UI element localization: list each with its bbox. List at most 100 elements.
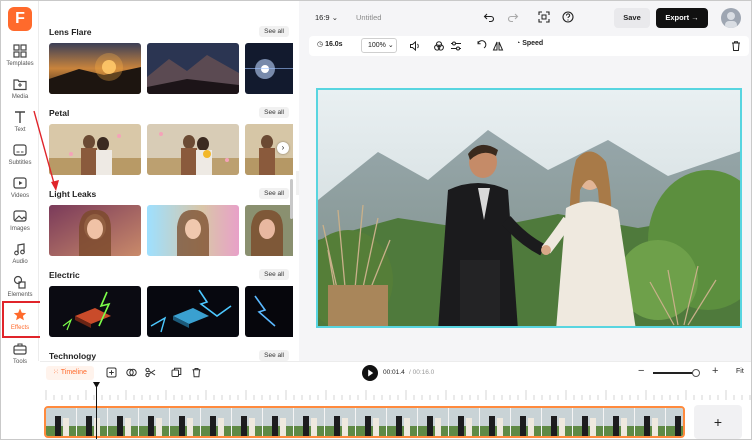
- clip-frame: [294, 408, 325, 436]
- see-all-button[interactable]: See all: [259, 350, 289, 361]
- rail-item-media[interactable]: Media: [1, 76, 39, 106]
- zoom-slider-handle[interactable]: [692, 369, 700, 377]
- section-title: Light Leaks: [49, 189, 97, 199]
- rail-label: Audio: [12, 259, 28, 265]
- avatar[interactable]: [721, 8, 741, 28]
- app-logo[interactable]: F: [8, 7, 32, 31]
- add-clip-icon[interactable]: [106, 367, 117, 378]
- effect-thumb[interactable]: [245, 286, 293, 337]
- sliders-icon[interactable]: [450, 40, 462, 52]
- zoom-value: 100%: [368, 42, 386, 49]
- see-all-button[interactable]: See all: [259, 269, 289, 280]
- tools-icon: [13, 343, 27, 355]
- clip-toolbar: ◷ 16.0s 100% ⌄ ◔ Speed: [309, 36, 749, 56]
- effect-thumb[interactable]: [147, 124, 239, 175]
- rail-item-videos[interactable]: Videos: [1, 175, 39, 205]
- rail-item-text[interactable]: Text: [1, 109, 39, 139]
- timeline-icon: ⁙: [53, 369, 59, 376]
- clip-frame: [418, 408, 449, 436]
- section-title: Lens Flare: [49, 27, 92, 37]
- clip-frame: [480, 408, 511, 436]
- zoom-in-button[interactable]: +: [712, 365, 718, 377]
- add-track-button[interactable]: +: [694, 405, 742, 439]
- effect-thumb[interactable]: [49, 205, 141, 256]
- rail-label: Elements: [7, 292, 33, 298]
- elements-icon: [13, 275, 26, 289]
- color-adjust-icon[interactable]: [433, 40, 445, 52]
- undo-icon[interactable]: [483, 11, 495, 23]
- section-light-leaks: Light Leaks See all: [49, 185, 293, 256]
- clip-frame: [325, 408, 356, 436]
- rail-item-audio[interactable]: Audio: [1, 241, 39, 271]
- export-button[interactable]: Export →: [656, 8, 708, 28]
- clip-frame: [604, 408, 635, 436]
- rail-label: Media: [11, 94, 29, 100]
- speed-control[interactable]: ◔ Speed: [516, 40, 543, 47]
- effect-thumb[interactable]: [147, 43, 239, 94]
- redo-icon[interactable]: [507, 11, 519, 23]
- duplicate-icon[interactable]: [171, 367, 182, 378]
- effect-thumb[interactable]: [245, 43, 293, 94]
- section-technology: Technology See all: [49, 347, 293, 361]
- clip-frame: [46, 408, 77, 436]
- top-bar: 16:9 ⌄ Untitled Save Export →: [299, 1, 751, 34]
- rail-item-templates[interactable]: Templates: [1, 43, 39, 73]
- flip-icon[interactable]: [492, 40, 504, 52]
- effect-thumb[interactable]: [147, 205, 239, 256]
- trash-icon[interactable]: [730, 40, 742, 52]
- rail-item-subtitles[interactable]: Subtitles: [1, 142, 39, 172]
- aspect-ratio-select[interactable]: 16:9 ⌄: [315, 13, 338, 22]
- playhead[interactable]: [96, 382, 97, 439]
- delete-icon[interactable]: [191, 367, 202, 378]
- rail-label: Videos: [10, 193, 30, 199]
- rail-item-tools[interactable]: Tools: [1, 341, 39, 371]
- help-icon[interactable]: [562, 11, 574, 23]
- panel-scrollbar[interactable]: [290, 179, 293, 219]
- rail-item-elements[interactable]: Elements: [1, 274, 39, 304]
- effect-thumb[interactable]: [49, 286, 141, 337]
- video-canvas[interactable]: [316, 88, 742, 328]
- scissors-icon[interactable]: [145, 367, 156, 378]
- duration-control[interactable]: ◷ 16.0s: [317, 40, 343, 48]
- tab-timeline[interactable]: ⁙ Timeline: [46, 366, 94, 380]
- save-button[interactable]: Save: [614, 8, 650, 28]
- effect-thumb[interactable]: [245, 205, 293, 256]
- next-arrow-button[interactable]: ›: [277, 142, 289, 154]
- project-title[interactable]: Untitled: [356, 13, 381, 22]
- workspace: 16:9 ⌄ Untitled Save Export → ◷ 16.0s 10…: [299, 1, 751, 361]
- speed-label: Speed: [522, 40, 544, 47]
- clip-frame: [511, 408, 542, 436]
- rail-label: Images: [10, 226, 30, 232]
- zoom-out-button[interactable]: −: [638, 365, 644, 377]
- effect-thumb[interactable]: [49, 124, 141, 175]
- effect-thumb[interactable]: [147, 286, 239, 337]
- text-icon: [15, 111, 25, 123]
- video-track-clip[interactable]: [44, 406, 685, 438]
- split-icon[interactable]: [126, 367, 137, 378]
- effects-highlight-box: [2, 301, 42, 338]
- templates-icon: [13, 44, 27, 58]
- rail-item-images[interactable]: Images: [1, 208, 39, 238]
- see-all-button[interactable]: See all: [259, 188, 289, 199]
- see-all-button[interactable]: See all: [259, 107, 289, 118]
- rotate-icon[interactable]: [475, 40, 487, 52]
- zoom-select[interactable]: 100% ⌄: [361, 38, 397, 53]
- section-title: Petal: [49, 108, 70, 118]
- clip-filmstrip: [46, 408, 683, 436]
- clip-frame: [263, 408, 294, 436]
- section-petal: Petal See all ›: [49, 104, 293, 175]
- clip-frame: [77, 408, 108, 436]
- fit-button[interactable]: Fit: [736, 368, 744, 375]
- video-frame-image: [318, 90, 740, 326]
- volume-icon[interactable]: [409, 40, 421, 52]
- rail-label: Text: [14, 127, 26, 133]
- section-title: Electric: [49, 270, 80, 280]
- timeline-panel: ⁙ Timeline 00:01.4 / 00:16.0 − + Fit +: [40, 361, 752, 439]
- editor-window: F Templates Media Text Subtitles Videos …: [0, 0, 752, 440]
- effect-thumb[interactable]: [49, 43, 141, 94]
- clip-frame: [201, 408, 232, 436]
- timeline-ruler[interactable]: [40, 384, 752, 402]
- screenshot-icon[interactable]: [538, 11, 550, 23]
- see-all-button[interactable]: See all: [259, 26, 289, 37]
- play-button[interactable]: [362, 365, 378, 381]
